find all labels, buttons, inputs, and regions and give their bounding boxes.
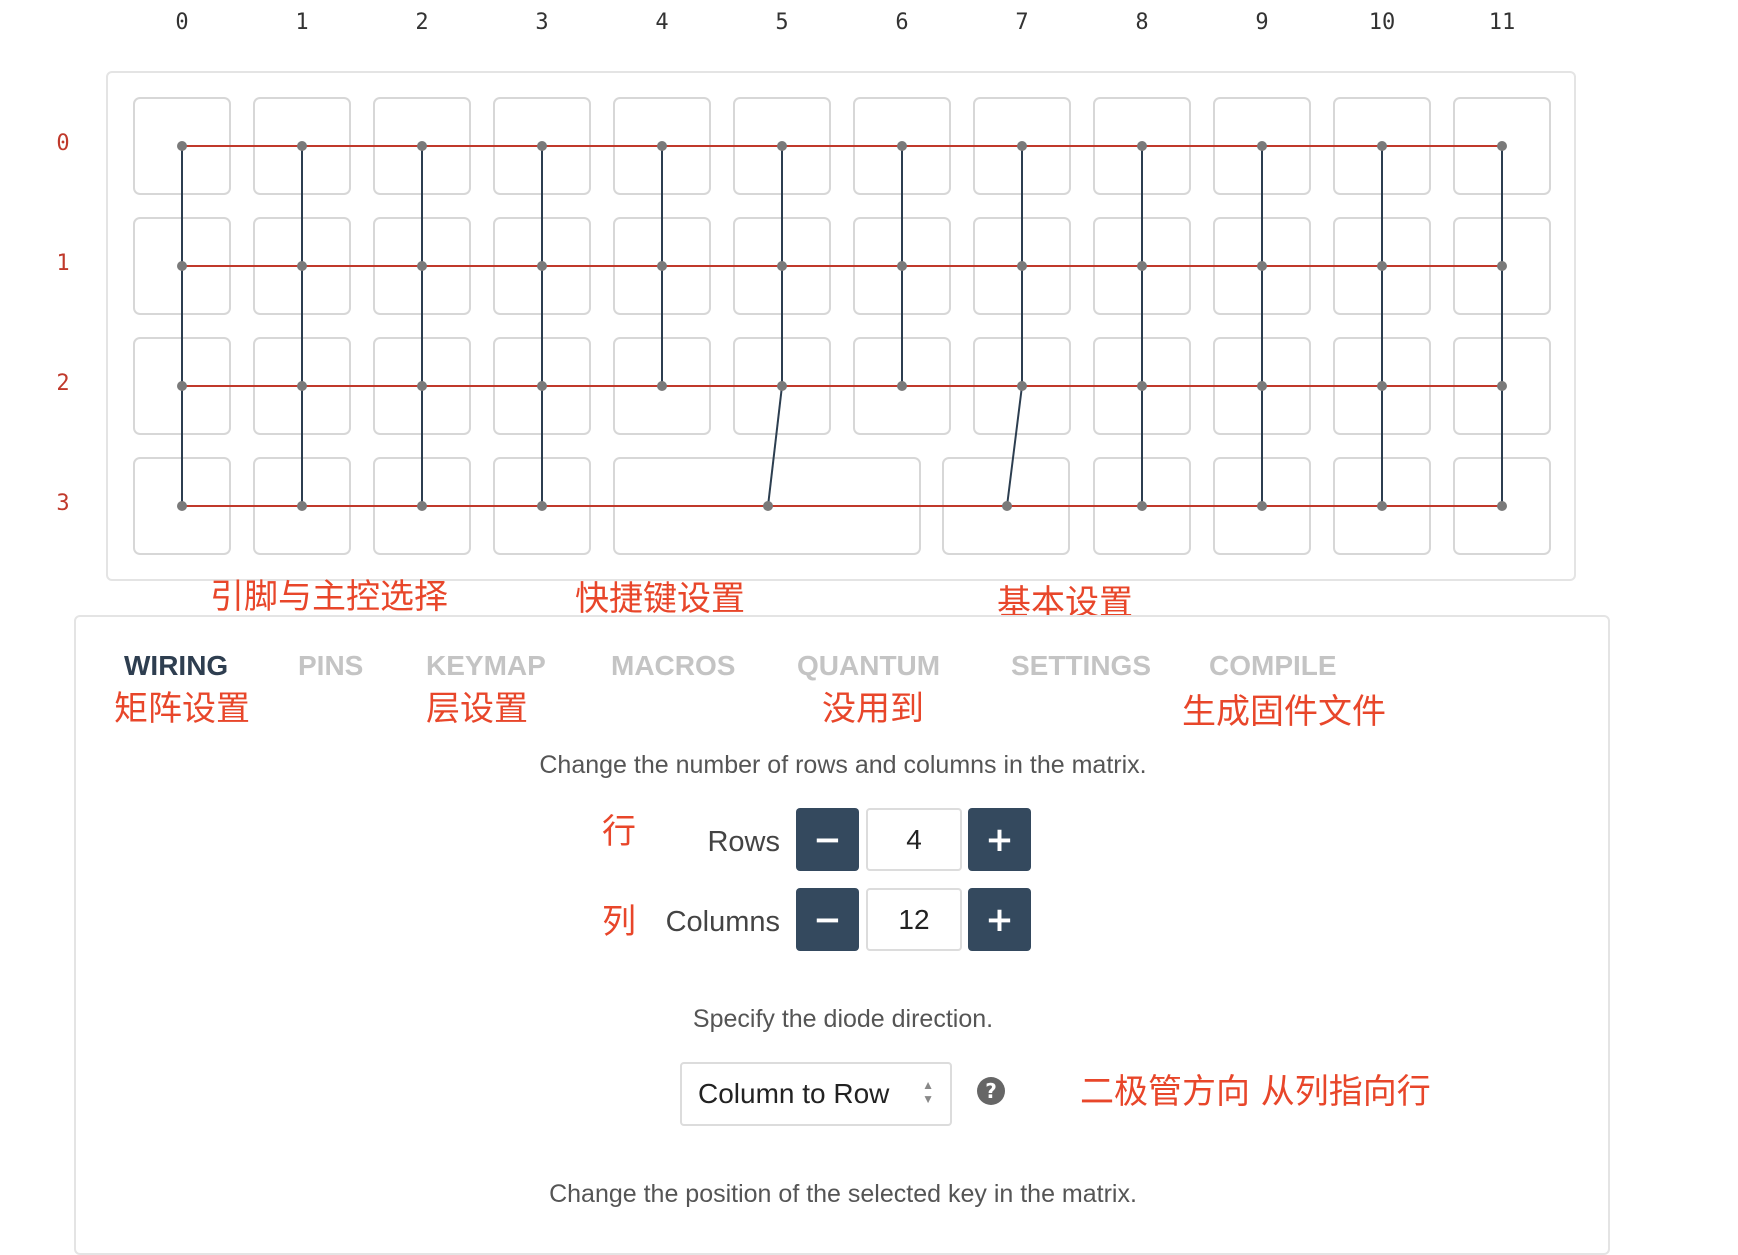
column-label: 11 [1488,10,1516,35]
rows-decrement-button[interactable]: − [796,808,859,871]
tab-wiring[interactable]: WIRING [124,650,228,682]
key[interactable] [733,97,831,195]
key[interactable] [613,337,711,435]
columns-input[interactable] [866,888,962,951]
key[interactable] [253,97,351,195]
annotation-wiring: 矩阵设置 [114,689,250,729]
key[interactable] [1333,97,1431,195]
key[interactable] [853,337,951,435]
plus-icon: + [985,819,1014,860]
key[interactable] [1093,97,1191,195]
column-label: 0 [175,10,189,35]
column-label: 7 [1015,10,1029,35]
tab-quantum[interactable]: QUANTUM [797,650,940,682]
annotation-keymap-layer: 层设置 [426,689,528,729]
key[interactable] [493,97,591,195]
annotation-compile: 生成固件文件 [1182,692,1386,732]
column-label: 10 [1368,10,1396,35]
key[interactable] [1453,337,1551,435]
key[interactable] [253,337,351,435]
annotation-keymap: 快捷键设置 [575,579,745,619]
annotation-diode: 二极管方向 从列指向行 [1080,1072,1431,1112]
help-icon[interactable]: ? [977,1077,1005,1105]
column-label: 2 [415,10,429,35]
column-label: 4 [655,10,669,35]
tab-keymap[interactable]: KEYMAP [426,650,546,682]
key[interactable] [133,337,231,435]
column-label: 6 [895,10,909,35]
key[interactable] [1453,457,1551,555]
key[interactable] [373,457,471,555]
key[interactable] [1333,457,1431,555]
key[interactable] [253,457,351,555]
select-arrows-icon: ▲ ▼ [922,1078,934,1106]
key[interactable] [973,337,1071,435]
key[interactable] [373,217,471,315]
key[interactable] [1213,217,1311,315]
key[interactable] [1453,97,1551,195]
key[interactable] [133,217,231,315]
key[interactable] [733,217,831,315]
diode-description: Specify the diode direction. [692,1005,994,1033]
key[interactable] [1333,217,1431,315]
key[interactable] [1213,457,1311,555]
key[interactable] [973,97,1071,195]
minus-icon: − [813,899,842,940]
key[interactable] [493,217,591,315]
key[interactable] [1213,97,1311,195]
key[interactable] [733,337,831,435]
key[interactable] [493,457,591,555]
key[interactable] [853,217,951,315]
key[interactable] [133,97,231,195]
key[interactable] [1093,337,1191,435]
column-label: 3 [535,10,549,35]
rows-increment-button[interactable]: + [968,808,1031,871]
key[interactable] [1093,217,1191,315]
key[interactable] [373,97,471,195]
key[interactable] [613,217,711,315]
row-label: 3 [56,491,70,516]
rows-label: Rows [707,826,780,858]
row-label: 2 [56,371,70,396]
key[interactable] [493,337,591,435]
column-label: 5 [775,10,789,35]
key[interactable] [373,337,471,435]
minus-icon: − [813,819,842,860]
key[interactable] [613,97,711,195]
key[interactable] [853,97,951,195]
key[interactable] [613,457,921,555]
tab-pins[interactable]: PINS [298,650,363,682]
annotation-pins: 引脚与主控选择 [210,577,448,617]
key[interactable] [1093,457,1191,555]
annotation-quantum: 没用到 [822,689,924,729]
plus-icon: + [985,899,1014,940]
key[interactable] [253,217,351,315]
position-description: Change the position of the selected key … [549,1180,1137,1208]
tab-settings[interactable]: SETTINGS [1011,650,1151,682]
matrix-description: Change the number of rows and columns in… [539,751,1147,779]
column-label: 1 [295,10,309,35]
column-label: 8 [1135,10,1149,35]
diode-direction-select[interactable]: Column to Row ▲ ▼ [680,1062,952,1126]
key[interactable] [1453,217,1551,315]
key[interactable] [133,457,231,555]
tab-macros[interactable]: MACROS [611,650,735,682]
column-label: 9 [1255,10,1269,35]
key[interactable] [942,457,1070,555]
diode-direction-value: Column to Row [698,1078,890,1109]
columns-increment-button[interactable]: + [968,888,1031,951]
row-label: 1 [56,251,70,276]
key[interactable] [1333,337,1431,435]
key[interactable] [973,217,1071,315]
columns-label: Columns [665,906,780,938]
row-label: 0 [56,131,70,156]
columns-decrement-button[interactable]: − [796,888,859,951]
tab-compile[interactable]: COMPILE [1209,650,1337,682]
key[interactable] [1213,337,1311,435]
rows-input[interactable] [866,808,962,871]
